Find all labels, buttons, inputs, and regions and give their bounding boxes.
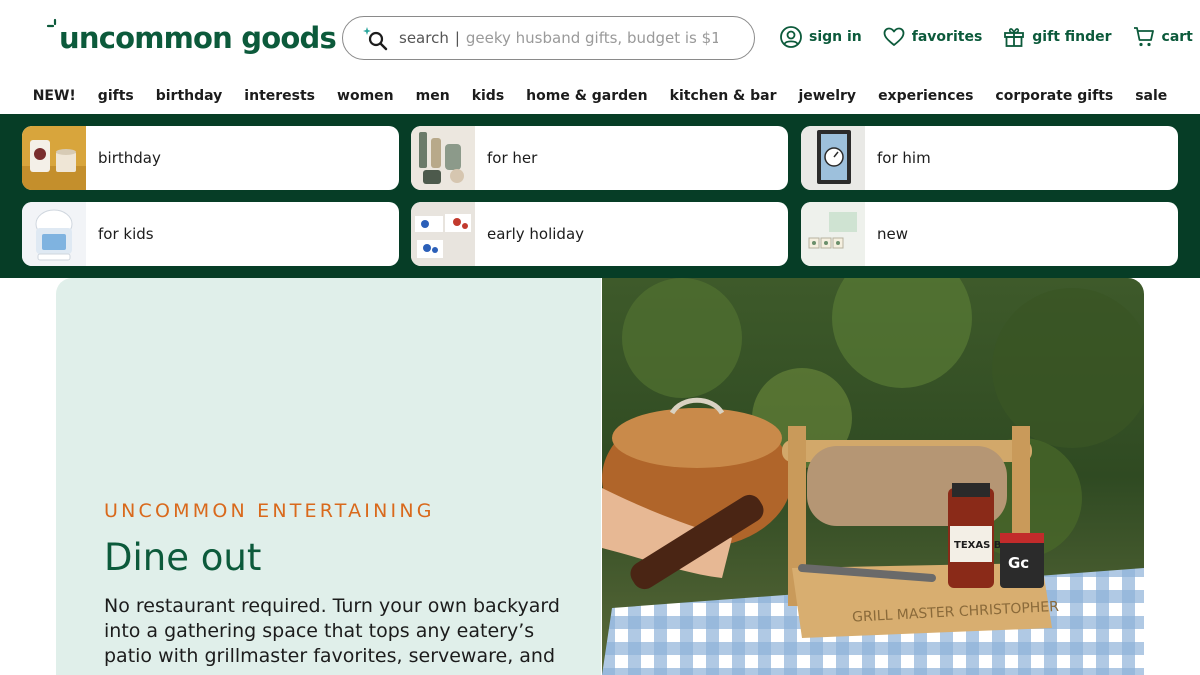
user-circle-icon [780,26,802,48]
hero-text-panel: UNCOMMON ENTERTAINING Dine out No restau… [56,278,601,675]
tile-for-him-label: for him [877,149,931,167]
nav-men[interactable]: men [416,88,450,104]
sparkle-icon [46,18,57,28]
nav-sale[interactable]: sale [1135,88,1167,104]
tile-early-holiday[interactable]: early holiday [411,202,788,266]
tile-for-her-label: for her [487,149,538,167]
utility-nav: sign in favorites gift finder cart [779,25,1200,49]
tile-birthday-label: birthday [98,149,161,167]
sign-in-link[interactable]: sign in [779,25,862,49]
hero-body: No restaurant required. Turn your own ba… [104,595,560,667]
tile-for-her[interactable]: for her [411,126,788,190]
heart-icon [883,27,905,46]
birthday-thumbnail [22,126,86,190]
site-header: uncommon goods search | geeky husband gi… [0,0,1200,76]
tile-for-kids-label: for kids [98,225,154,243]
nav-experiences[interactable]: experiences [878,88,973,104]
early-holiday-thumbnail [411,202,475,266]
shop-by-band: birthday for her for him for kids early … [0,114,1200,278]
gift-finder-label: gift finder [1032,29,1112,45]
search-sparkle-icon [363,27,388,51]
cart-label: cart [1161,29,1193,45]
search-label: search [399,29,449,47]
tile-for-him[interactable]: for him [801,126,1178,190]
new-thumbnail [801,202,865,266]
favorites-link[interactable]: favorites [882,25,983,49]
nav-corporate-gifts[interactable]: corporate gifts [995,88,1113,104]
search-placeholder: geeky husband gifts, budget is $1... [465,29,718,47]
gift-icon [1004,28,1025,47]
nav-birthday[interactable]: birthday [156,88,223,104]
logo[interactable]: uncommon goods [46,18,337,58]
hero-title: Dine out [104,536,262,579]
tile-new[interactable]: new [801,202,1178,266]
nav-home-garden[interactable]: home & garden [526,88,647,104]
tile-early-holiday-label: early holiday [487,225,585,243]
nav-new[interactable]: NEW! [33,88,76,104]
nav-women[interactable]: women [337,88,394,104]
nav-gifts[interactable]: gifts [98,88,134,104]
for-kids-thumbnail [22,202,86,266]
nav-kids[interactable]: kids [472,88,504,104]
favorites-label: favorites [911,29,983,45]
nav-jewelry[interactable]: jewelry [799,88,857,104]
cart-link[interactable]: cart [1132,25,1193,49]
for-him-thumbnail [801,126,865,190]
nav-interests[interactable]: interests [244,88,315,104]
hero-banner[interactable]: UNCOMMON ENTERTAINING Dine out No restau… [56,278,1144,675]
tile-birthday[interactable]: birthday [22,126,399,190]
nav-kitchen-bar[interactable]: kitchen & bar [670,88,777,104]
search-input[interactable]: search | geeky husband gifts, budget is … [342,16,755,60]
search-separator: | [454,29,460,47]
tile-new-label: new [877,225,909,243]
hero-eyebrow: UNCOMMON ENTERTAINING [104,500,435,522]
cart-icon [1133,27,1154,47]
gift-finder-link[interactable]: gift finder [1002,25,1112,49]
tile-for-kids[interactable]: for kids [22,202,399,266]
for-her-thumbnail [411,126,475,190]
hero-image: GRILL MASTER CHRISTOPHER TEXAS BBQ Gc [602,278,1144,675]
category-nav: NEW! gifts birthday interests women men … [0,76,1200,114]
jar-label: Gc [1008,554,1029,572]
sign-in-label: sign in [809,29,862,45]
logo-text: uncommon goods [59,21,337,55]
